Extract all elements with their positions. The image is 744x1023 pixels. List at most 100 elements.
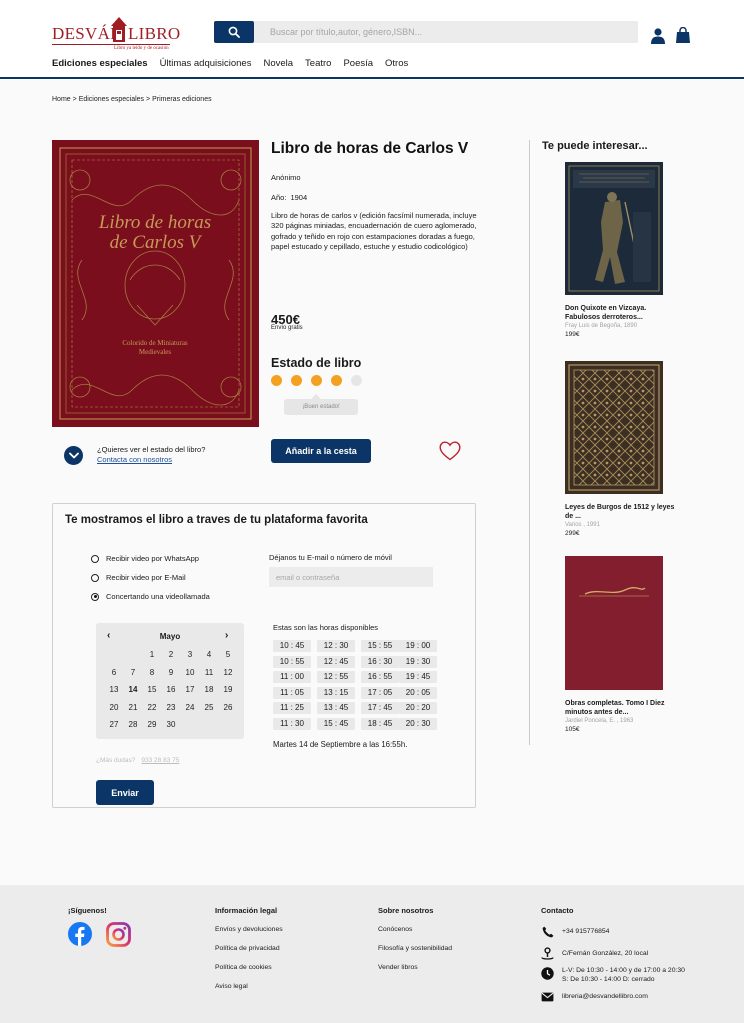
radio-email[interactable]: Recibir video por E-Mail (91, 573, 186, 582)
time-slot[interactable]: 15 : 55 (361, 640, 399, 652)
footer-link-filosofia[interactable]: Filosofía y sostenibilidad (378, 945, 452, 952)
nav-item-novela[interactable]: Novela (263, 58, 293, 69)
time-slot[interactable]: 20 : 30 (399, 717, 437, 730)
calendar-day[interactable]: 10 (181, 668, 199, 677)
calendar-day[interactable]: 19 (219, 685, 237, 694)
calendar-day[interactable]: 20 (105, 703, 123, 712)
nav-item-poesia[interactable]: Poesía (343, 58, 373, 69)
site-logo[interactable]: DESVÁN LIBRO Libro ya leído y de ocasión (52, 12, 180, 51)
time-slot[interactable]: 19 : 45 (399, 671, 437, 683)
footer-link-aviso-legal[interactable]: Aviso legal (215, 983, 248, 990)
add-to-cart-button[interactable]: Añadir a la cesta (271, 439, 371, 463)
calendar-day[interactable]: 8 (143, 668, 161, 677)
calendar-day[interactable]: 24 (181, 703, 199, 712)
calendar-day[interactable]: 18 (200, 685, 218, 694)
breadcrumb-home[interactable]: Home (52, 96, 71, 103)
expand-state-button[interactable] (64, 446, 83, 465)
nav-item-ultimas-adquisiciones[interactable]: Últimas adquisiciones (160, 58, 252, 69)
calendar-day[interactable]: 28 (124, 720, 142, 729)
calendar-day[interactable]: 14 (124, 685, 142, 694)
calendar-day[interactable]: 1 (143, 650, 161, 659)
send-button[interactable]: Enviar (96, 780, 154, 805)
calendar-day[interactable]: 3 (181, 650, 199, 659)
calendar-day[interactable]: 17 (181, 685, 199, 694)
calendar-day[interactable]: 23 (162, 703, 180, 712)
time-slot[interactable]: 16 : 55 (361, 671, 399, 683)
time-slot[interactable]: 10 : 45 (273, 640, 311, 652)
related-book-card[interactable]: Leyes de Burgos de 1512 y leyes de ... V… (565, 361, 675, 537)
calendar-day[interactable]: 5 (219, 650, 237, 659)
calendar-day[interactable]: 22 (143, 703, 161, 712)
calendar-day[interactable]: 6 (105, 668, 123, 677)
search-input[interactable] (254, 21, 638, 43)
calendar-day[interactable]: 11 (200, 668, 218, 677)
calendar-day[interactable]: 21 (124, 703, 142, 712)
time-slot[interactable]: 12 : 55 (317, 671, 355, 683)
product-author: Anónimo (271, 173, 301, 182)
phone-link[interactable]: 933 28 83 75 (141, 757, 179, 764)
instagram-icon[interactable] (106, 922, 131, 947)
related-book-card[interactable]: Don Quixote en Vizcaya. Fabulosos derrot… (565, 162, 675, 338)
calendar-next-button[interactable]: › (225, 630, 228, 641)
time-slot[interactable]: 20 : 20 (399, 702, 437, 714)
footer-link-conocenos[interactable]: Conócenos (378, 926, 412, 933)
calendar-day[interactable]: 12 (219, 668, 237, 677)
time-slot[interactable]: 12 : 45 (317, 655, 355, 668)
time-slot[interactable]: 15 : 45 (317, 717, 355, 730)
calendar-day[interactable]: 4 (200, 650, 218, 659)
time-slot[interactable]: 11 : 30 (273, 717, 311, 730)
calendar-day[interactable]: 27 (105, 720, 123, 729)
time-slot[interactable]: 12 : 30 (317, 640, 355, 652)
contact-phone[interactable]: +34 915776854 (541, 925, 609, 938)
radio-whatsapp[interactable]: Recibir video por WhatsApp (91, 554, 199, 563)
footer-link-vender[interactable]: Vender libros (378, 964, 418, 971)
time-slot[interactable]: 18 : 45 (361, 717, 399, 730)
calendar-day[interactable]: 15 (143, 685, 161, 694)
calendar-day[interactable]: 26 (219, 703, 237, 712)
search-button[interactable] (214, 21, 254, 43)
contact-address-text: C/Fernán González, 20 local (562, 950, 649, 957)
time-slot[interactable]: 17 : 05 (361, 686, 399, 699)
footer-link-cookies[interactable]: Política de cookies (215, 964, 272, 971)
time-slot[interactable]: 19 : 30 (399, 655, 437, 668)
calendar-day[interactable]: 13 (105, 685, 123, 694)
email-or-phone-input[interactable] (269, 567, 433, 587)
calendar-day[interactable]: 9 (162, 668, 180, 677)
book-state-rating (271, 375, 371, 386)
nav-item-otros[interactable]: Otros (385, 58, 408, 69)
calendar-day[interactable]: 30 (162, 720, 180, 729)
related-book-card[interactable]: Obras completas. Tomo I Diez minutos ant… (565, 556, 675, 733)
footer-link-envios[interactable]: Envíos y devoluciones (215, 926, 283, 933)
calendar-day[interactable]: 2 (162, 650, 180, 659)
nav-item-ediciones-especiales[interactable]: Ediciones especiales (52, 58, 148, 69)
time-slot[interactable]: 20 : 05 (399, 686, 437, 699)
user-icon[interactable] (651, 28, 665, 44)
calendar-day[interactable]: 25 (200, 703, 218, 712)
shopping-bag-icon[interactable] (676, 27, 690, 43)
time-slot[interactable]: 11 : 00 (273, 671, 311, 683)
time-slot[interactable]: 17 : 45 (361, 702, 399, 714)
breadcrumb-primeras-ediciones[interactable]: Primeras ediciones (152, 96, 212, 103)
calendar-day[interactable]: 29 (143, 720, 161, 729)
breadcrumb-ediciones-especiales[interactable]: Ediciones especiales (79, 96, 144, 103)
time-slot[interactable]: 13 : 45 (317, 702, 355, 714)
follow-title: ¡Síguenos! (68, 906, 107, 915)
calendar-day[interactable]: 16 (162, 685, 180, 694)
contact-email[interactable]: libreria@desvandellibro.com (541, 990, 648, 1003)
time-slot[interactable]: 10 : 55 (273, 655, 311, 668)
footer-link-privacidad[interactable]: Política de privacidad (215, 945, 280, 952)
rating-dot-empty (351, 375, 362, 386)
time-slot[interactable]: 19 : 00 (399, 640, 437, 652)
contact-link[interactable]: Contacta con nosotros (97, 455, 172, 464)
time-slot[interactable]: 13 : 15 (317, 686, 355, 699)
calendar-day[interactable]: 7 (124, 668, 142, 677)
time-slot[interactable]: 11 : 25 (273, 702, 311, 714)
radio-videocall[interactable]: Concertando una videollamada (91, 592, 210, 601)
contact-field-label: Déjanos tu E-mail o número de móvil (269, 553, 392, 562)
heart-icon[interactable] (439, 441, 461, 461)
related-book-author: Jardiel Poncela, E. , 1963 (565, 718, 634, 724)
nav-item-teatro[interactable]: Teatro (305, 58, 331, 69)
time-slot[interactable]: 16 : 30 (361, 655, 399, 668)
time-slot[interactable]: 11 : 05 (273, 686, 311, 699)
facebook-icon[interactable] (68, 922, 92, 946)
